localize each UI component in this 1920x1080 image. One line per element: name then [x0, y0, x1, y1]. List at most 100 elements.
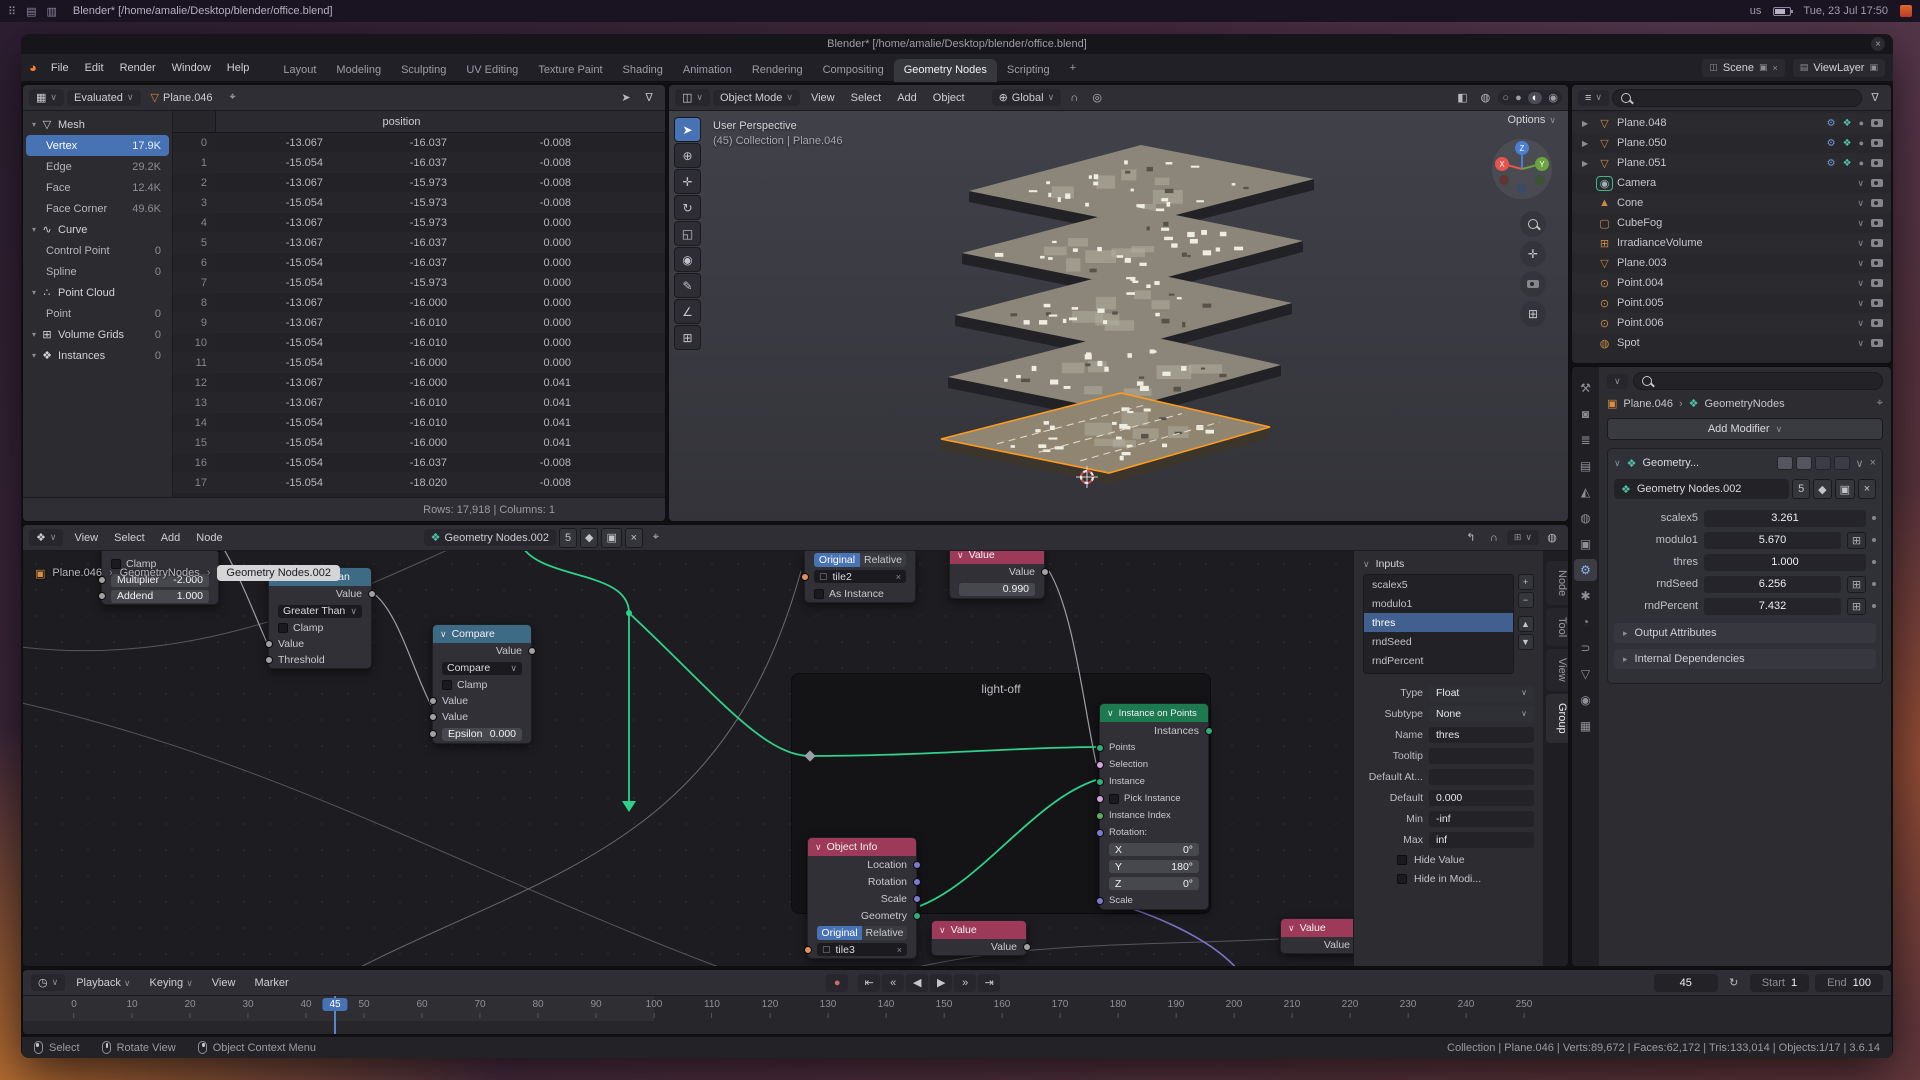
view-layer-selector[interactable]: ▤ ViewLayer ▣: [1793, 59, 1885, 77]
modifier-close-button[interactable]: ×: [1870, 457, 1876, 469]
viewport-tool-button[interactable]: ✎: [674, 273, 701, 298]
pin-icon[interactable]: ⌖: [646, 531, 666, 544]
workspace-tab[interactable]: Sculpting: [391, 59, 456, 82]
fake-user-shield-icon[interactable]: ◆: [580, 528, 598, 548]
sidebar-tab[interactable]: Node: [1546, 561, 1568, 605]
keying-menu[interactable]: Keying ∨: [142, 974, 201, 992]
outliner-editor-type-button[interactable]: ≡∨: [1578, 90, 1609, 106]
node-menu-item[interactable]: Add: [153, 529, 189, 547]
node-editor-type-button[interactable]: ❖∨: [29, 529, 63, 546]
tray-accent-icon[interactable]: [1900, 5, 1912, 17]
field-value[interactable]: inf∨: [1429, 832, 1534, 848]
collapsed-section[interactable]: ▸Internal Dependencies: [1614, 649, 1876, 669]
sidebar-tab[interactable]: View: [1546, 649, 1568, 691]
outliner-row[interactable]: ▶ ⊙ Point.004 ⚙ ❖ ∨: [1572, 273, 1891, 293]
snap-magnet-icon[interactable]: ∩: [1064, 92, 1084, 104]
camera-view-icon[interactable]: [1520, 271, 1546, 297]
filter-funnel-icon[interactable]: ∇: [639, 91, 659, 104]
add-workspace-button[interactable]: +: [1062, 58, 1084, 78]
rotation-axis-field[interactable]: Z0°: [1109, 877, 1199, 890]
dataset-row[interactable]: ▾ Point 0: [26, 303, 169, 324]
properties-tab[interactable]: ≣: [1574, 429, 1597, 451]
outliner-row[interactable]: ▶ ◍ Spot ⚙ ❖ ∨: [1572, 333, 1891, 353]
value-node[interactable]: ∨Value Value: [1280, 918, 1360, 954]
properties-tab[interactable]: ⚒: [1574, 377, 1597, 399]
outliner-row[interactable]: ▶ ▲ Cone ⚙ ❖ ∨: [1572, 193, 1891, 213]
input-attribute-toggle-icon[interactable]: ⊞: [1847, 576, 1866, 593]
keyboard-layout-indicator[interactable]: us: [1750, 5, 1762, 17]
viewport-menu-item[interactable]: Object: [925, 89, 973, 107]
operation-dropdown[interactable]: Compare∨: [442, 662, 522, 675]
checkbox-row[interactable]: Hide Value: [1363, 850, 1534, 869]
frame-end-field[interactable]: End100: [1815, 974, 1883, 992]
outliner-row[interactable]: ▶ ▽ Plane.048 ⚙ ❖ ●: [1572, 113, 1891, 133]
properties-tab[interactable]: ◉: [1574, 689, 1597, 711]
properties-filter-button[interactable]: ∨: [1607, 374, 1628, 389]
frame-start-field[interactable]: Start1: [1750, 974, 1809, 992]
new-copy-icon[interactable]: ▣: [601, 528, 621, 548]
toggle-edit-mode-icon[interactable]: [1777, 456, 1793, 470]
as-instance-checkbox[interactable]: [814, 589, 824, 599]
properties-tab[interactable]: ◍: [1574, 507, 1597, 529]
xray-toggle-icon[interactable]: ◧: [1452, 91, 1472, 104]
zoom-icon[interactable]: [1520, 211, 1546, 237]
viewport-tool-button[interactable]: ◉: [674, 247, 701, 272]
unlink-scene-icon[interactable]: ×: [1773, 63, 1778, 73]
viewport-canvas[interactable]: User Perspective (45) Collection | Plane…: [669, 111, 1568, 521]
hide-eye-icon[interactable]: ∨: [1857, 198, 1864, 209]
play-reverse-button[interactable]: ◀: [906, 974, 928, 992]
dataset-row[interactable]: ▾ Face Corner 49.6K: [26, 198, 169, 219]
node-menu-item[interactable]: Node: [188, 529, 230, 547]
disable-render-icon[interactable]: [1871, 259, 1883, 267]
group-input-item[interactable]: rndPercent: [1364, 651, 1513, 670]
spreadsheet-object[interactable]: ▽Plane.046: [144, 89, 220, 106]
value-node[interactable]: ∨Value Value 0.990: [949, 551, 1045, 599]
disable-render-icon[interactable]: [1871, 239, 1883, 247]
overlays-icon[interactable]: ◍: [1475, 91, 1495, 104]
snap-mode-dropdown[interactable]: ⊞∨: [1507, 530, 1539, 545]
disable-render-icon[interactable]: [1871, 219, 1883, 227]
window-close-button[interactable]: ×: [1871, 37, 1885, 51]
workspace-tab[interactable]: Scripting: [997, 59, 1060, 82]
toggle-realtime-icon[interactable]: [1796, 456, 1812, 470]
compare-node[interactable]: ∨Compare Value Compare∨ Clamp Value Valu…: [432, 624, 532, 744]
field-value[interactable]: ∨: [1429, 748, 1534, 764]
orientation-dropdown[interactable]: ⊕Global∨: [992, 89, 1062, 106]
viewport-tool-button[interactable]: ⊕: [674, 143, 701, 168]
viewport-menu-item[interactable]: View: [803, 89, 843, 107]
collapse-icon[interactable]: ∨: [1614, 458, 1621, 469]
move-up-button[interactable]: ▲: [1518, 616, 1534, 632]
collapsed-section[interactable]: ▸Output Attributes: [1614, 623, 1876, 643]
properties-tab[interactable]: ⚙: [1574, 559, 1597, 581]
outliner-search-input[interactable]: [1612, 89, 1862, 107]
value-field[interactable]: 5.670: [1704, 532, 1841, 549]
mode-dropdown[interactable]: Object Mode∨: [713, 90, 800, 106]
animate-dot-icon[interactable]: [1872, 582, 1876, 586]
hide-eye-icon[interactable]: ●: [1859, 138, 1864, 148]
shading-mode-icon[interactable]: ●: [1515, 92, 1522, 104]
group-input-item[interactable]: scalex5: [1364, 575, 1513, 594]
auto-key-record-icon[interactable]: ●: [826, 974, 848, 992]
prev-keyframe-button[interactable]: «: [882, 974, 904, 992]
node-group-selector[interactable]: ❖ Geometry Nodes.002: [424, 529, 556, 546]
modifier-name[interactable]: Geometry...: [1642, 457, 1699, 469]
dataset-row[interactable]: ▾ Edge 29.2K: [26, 156, 169, 177]
shading-mode-icon[interactable]: ◉: [1548, 91, 1558, 104]
jump-to-end-button[interactable]: ⇥: [978, 974, 1000, 992]
playhead[interactable]: 45: [334, 996, 336, 1034]
properties-tab[interactable]: ▣: [1574, 533, 1597, 555]
dataset-row[interactable]: ▾ ❖ Instances 0: [26, 345, 169, 366]
timeline-ruler[interactable]: 0102030405060708090100110120130140150160…: [23, 996, 1891, 1034]
expand-arrow-icon[interactable]: ▶: [1582, 159, 1592, 168]
menu-item[interactable]: Window: [164, 59, 219, 77]
dataset-row[interactable]: ▾ ∴ Point Cloud: [26, 282, 169, 303]
value-node[interactable]: ∨Value Value: [931, 920, 1027, 956]
dataset-row[interactable]: ▾ Spline 0: [26, 261, 169, 282]
input-attribute-toggle-icon[interactable]: ⊞: [1847, 598, 1866, 615]
viewport-editor-type-button[interactable]: ◫∨: [675, 89, 710, 106]
menu-item[interactable]: Render: [112, 59, 164, 77]
workspace-tab[interactable]: Rendering: [742, 59, 813, 82]
field-value[interactable]: ∨: [1429, 769, 1534, 785]
shading-mode-icon[interactable]: ○: [1502, 92, 1509, 104]
node-canvas[interactable]: light-off Value Clamp Multiplier-2.000Ad…: [23, 551, 1568, 966]
